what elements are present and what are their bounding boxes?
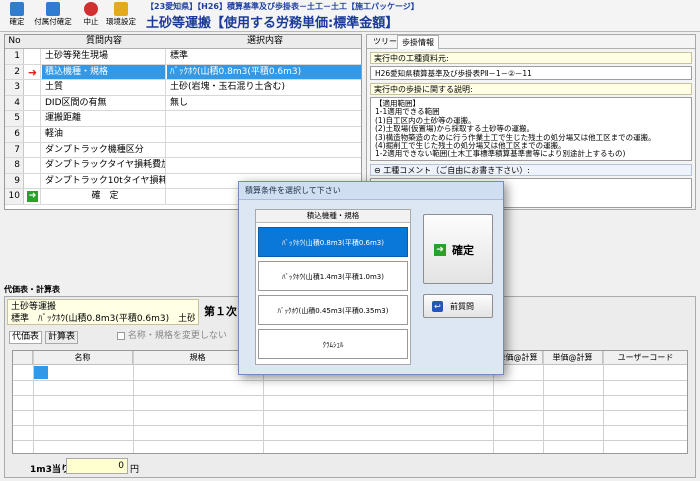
question-row[interactable]: 8 ダンプトラックタイヤ損耗費加算区分 — [5, 158, 361, 174]
description-text[interactable]: 【適用範囲】 1-1適用できる範囲 (1)自工区内の土砂等の運搬。 (2)土取場… — [370, 97, 692, 161]
tab-calc-table[interactable]: 計算表 — [45, 331, 79, 344]
option-item[interactable]: ﾊﾞｯｸﾎｳ(山積0.45m3(平積0.35m3) — [258, 295, 408, 325]
question-row[interactable]: 4 DID区間の有無 無し — [5, 95, 361, 112]
confirm-arrow-icon: ➜ — [434, 244, 446, 256]
work-subtitle: 【23愛知県】【H26】積算基準及び歩掛表－土工－土工【施工パッケージ】 — [146, 2, 419, 11]
toolbar: 確定 付属付確定 中止 環境設定 【23愛知県】【H26】積算基準及び歩掛表－土… — [0, 0, 700, 32]
settings-icon — [114, 2, 128, 16]
col-unit-price-2: 単価@計算 — [543, 351, 603, 365]
question-row[interactable]: 1 土砂等発生現場 標準 — [5, 49, 361, 65]
tab-price-table[interactable]: 代価表 — [9, 331, 43, 344]
current-data-label: 実行中の工種資料元: — [370, 52, 692, 64]
per-unit-label: 1m3当り — [30, 465, 70, 475]
page-title: 土砂等運搬【使用する労務単価:標準金額】 — [146, 16, 399, 31]
item-info: 土砂等運搬 標準 ﾊﾞｯｸﾎｳ(山積0.8m3(平積0.6m3) 土砂(岩塊 — [7, 299, 199, 325]
option-item-selected[interactable]: ﾊﾞｯｸﾎｳ(山積0.8m3(平積0.6m3) — [258, 227, 408, 257]
item-name: 土砂等運搬 — [11, 302, 57, 312]
col-name: 名称 — [33, 351, 133, 365]
option-item[interactable]: ﾊﾞｯｸﾎｳ(山積1.4m3(平積1.0m3) — [258, 261, 408, 291]
question-table-header: No 質問内容 選択内容 — [5, 35, 361, 49]
option-list-header: 積込機種・規格 — [256, 210, 410, 223]
question-row[interactable]: 6 軽油 — [5, 126, 361, 143]
option-list: 積込機種・規格 ﾊﾞｯｸﾎｳ(山積0.8m3(平積0.6m3) ﾊﾞｯｸﾎｳ(山… — [255, 209, 411, 365]
info-tabs: ツリー 歩掛情報 — [367, 35, 695, 49]
tab-step-info[interactable]: 歩掛情報 — [397, 35, 439, 49]
question-row[interactable]: 3 土質 土砂(岩塊・玉石混り土含む) — [5, 80, 361, 96]
item-spec: 標準 ﾊﾞｯｸﾎｳ(山積0.8m3(平積0.6m3) 土砂(岩塊 — [11, 314, 195, 324]
section-title: 代価表・計算表 — [4, 285, 60, 294]
cancel-icon — [84, 2, 98, 16]
currency-label: 円 — [130, 465, 140, 475]
header-answer: 選択内容 — [246, 36, 283, 46]
question-row[interactable]: 7 ダンプトラック機種区分 — [5, 142, 361, 159]
header-question: 質問内容 — [85, 36, 122, 46]
question-row[interactable]: 5 運搬距離 — [5, 111, 361, 127]
option-item[interactable]: ｸﾗﾑｼｪﾙ — [258, 329, 408, 359]
confirm-icon — [10, 2, 24, 16]
col-user-code: ユーザーコード — [603, 351, 687, 365]
comment-collapse-icon[interactable]: ⊖ — [374, 166, 381, 175]
confirm-arrow-icon: ➜ — [27, 191, 38, 203]
cancel-button[interactable]: 中止 — [78, 2, 104, 30]
tab-first[interactable]: 第１次 — [204, 303, 237, 319]
keep-name-checkbox[interactable]: 名称・規格を変更しない — [117, 331, 227, 342]
confirm-button[interactable]: 確定 — [4, 2, 30, 30]
settings-button[interactable]: 環境設定 — [104, 2, 138, 30]
description-label: 実行中の歩掛に関する説明: — [370, 83, 692, 95]
comment-label: ⊖ 工種コメント（ご自由にお書き下さい）: — [370, 164, 692, 176]
previous-icon: ↩ — [432, 301, 443, 312]
grid-cursor-cell[interactable] — [34, 366, 48, 379]
checkbox-box[interactable] — [117, 331, 125, 340]
header-no: No — [8, 36, 21, 46]
question-row-selected[interactable]: 2 ➜ 積込機種・規格 ﾊﾞｯｸﾎｳ(山積0.8m3(平積0.6m3) — [5, 64, 361, 81]
condition-dialog: 積算条件を選択して下さい 積込機種・規格 ﾊﾞｯｸﾎｳ(山積0.8m3(平積0.… — [238, 181, 504, 375]
attached-confirm-icon — [46, 2, 60, 16]
dialog-confirm-button[interactable]: ➜ 確定 — [423, 214, 493, 284]
dialog-title: 積算条件を選択して下さい — [239, 182, 503, 200]
current-row-arrow-icon: ➜ — [27, 65, 38, 79]
attached-confirm-button[interactable]: 付属付確定 — [33, 2, 73, 30]
dialog-previous-button[interactable]: ↩ 前質問 — [423, 294, 493, 318]
per-unit-value: 0 — [66, 458, 128, 474]
current-data-value[interactable]: H26愛知県積算基準及び歩掛表PⅡ－1－②－11 — [370, 66, 692, 80]
